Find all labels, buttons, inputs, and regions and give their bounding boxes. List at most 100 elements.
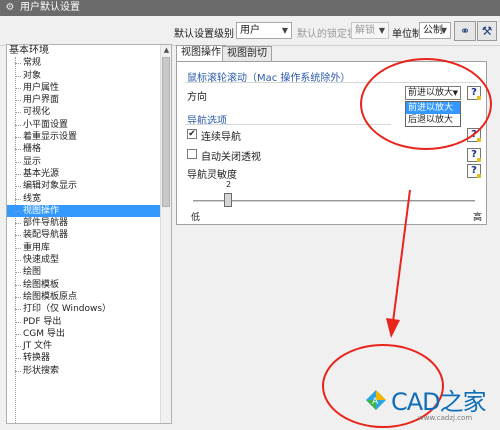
help-icon[interactable]: ? (467, 164, 481, 178)
direction-options-list[interactable]: 前进以放大 后退以放大 (405, 101, 461, 127)
tree-item[interactable]: 视图操作 (7, 204, 171, 218)
tree-item[interactable]: 常规 (7, 57, 171, 69)
tree-connector (15, 87, 21, 89)
tree-item[interactable]: JT 文件 (7, 340, 171, 352)
find-default-button[interactable]: ⚭ (454, 21, 476, 41)
tree-connector (15, 260, 21, 262)
tree-connector (15, 112, 21, 114)
tree-item-label: 常规 (23, 58, 42, 69)
tree-connector (15, 75, 21, 77)
chevron-down-icon: ▼ (378, 26, 385, 35)
tree-item[interactable]: 基本光源 (7, 168, 171, 180)
direction-dropdown[interactable]: 前进以放大 ▼ (405, 86, 461, 100)
unit-label: 单位制 (392, 29, 422, 40)
option-backward-zoom[interactable]: 后退以放大 (406, 114, 460, 126)
sensitivity-slider-track[interactable] (193, 200, 475, 202)
tree-item-label: 部件导航器 (23, 218, 69, 229)
tree-item-label: 栅格 (23, 144, 42, 155)
auto-close-checkbox[interactable] (187, 149, 197, 159)
help-icon[interactable]: ? (467, 128, 481, 142)
tree-item[interactable]: 快速成型 (7, 254, 171, 266)
tree-item[interactable]: 装配导航器 (7, 229, 171, 241)
tree-item-label: 小平面设置 (23, 119, 69, 130)
tree-item-label: 绘图模板 (23, 279, 60, 290)
tree-item-label: 用户界面 (23, 95, 60, 106)
help-icon[interactable]: ? (467, 148, 481, 162)
tree-item[interactable]: 栅格 (7, 143, 171, 155)
level-select[interactable]: 用户 ▼ (236, 22, 292, 39)
tree-item-label: 形状搜索 (23, 365, 60, 376)
lock-select[interactable]: 解锁 ▼ (351, 22, 389, 39)
category-tree[interactable]: 基本环境 常规 对象 用户属性 用户界面 可视化 小平面设置 着重显示设置 栅格 显示 基本光源编… (6, 44, 172, 424)
tree-connector (15, 235, 21, 237)
tree-item[interactable]: 部件导航器 (7, 217, 171, 229)
tree-connector (15, 198, 21, 200)
tree-item-label: 基本光源 (23, 168, 60, 179)
tree-item-label: CGM 导出 (23, 328, 65, 339)
tree-item-label: PDF 导出 (23, 316, 62, 327)
tab-view-operation[interactable]: 视图操作 (176, 45, 226, 62)
chevron-down-icon: ▼ (440, 26, 447, 35)
option-forward-zoom[interactable]: 前进以放大 (406, 102, 460, 114)
watermark-url: www.cadzj.com (418, 414, 473, 422)
toolbar: 默认设置级别 用户 ▼ 默认的锁定状态 解锁 ▼ 单位制 公制 ▼ ⚭ ⚒ (0, 16, 500, 46)
tree-item[interactable]: 编辑对象显示 (7, 180, 171, 192)
tree-item[interactable]: 绘图模板 (7, 279, 171, 291)
scroll-thumb[interactable] (162, 57, 170, 207)
scroll-up-icon[interactable]: ▲ (161, 45, 171, 56)
manage-button[interactable]: ⚒ (477, 21, 497, 41)
cad-logo-icon: A (366, 390, 386, 410)
auto-close-label: 自动关闭透视 (201, 152, 261, 163)
tree-item[interactable]: PDF 导出 (7, 316, 171, 328)
tree-connector (15, 309, 21, 311)
tree-item[interactable]: 着重显示设置 (7, 131, 171, 143)
continuous-nav-label: 连续导航 (201, 132, 241, 143)
window-titlebar: ⚙ 用户默认设置 (0, 0, 500, 16)
wrench-icon: ⚒ (481, 24, 493, 38)
tree-item[interactable]: 形状搜索 (7, 365, 171, 377)
slider-low-label: 低 (191, 213, 201, 223)
tree-connector (15, 321, 21, 323)
tree-item-label: 线宽 (23, 193, 42, 204)
watermark: A CAD之家 www.cadzj.com (365, 381, 500, 430)
divider (185, 124, 391, 125)
divider (185, 82, 478, 83)
tree-scrollbar[interactable]: ▲ (160, 45, 171, 423)
help-icon[interactable]: ? (467, 86, 481, 100)
continuous-nav-checkbox[interactable]: ✔ (187, 129, 197, 139)
tree-connector (15, 173, 21, 175)
tree-item-label: 重用库 (23, 242, 51, 253)
sensitivity-label: 导航灵敏度 (187, 170, 237, 181)
svg-text:A: A (372, 397, 379, 407)
tree-connector (15, 358, 21, 360)
tree-item[interactable]: 打印（仅 Windows） (7, 303, 171, 315)
tree-item[interactable]: 对象 (7, 70, 171, 82)
tab-view-section[interactable]: 视图剖切 (222, 46, 272, 62)
tree-item[interactable]: 显示 (7, 156, 171, 168)
tree-item-label: 编辑对象显示 (23, 181, 78, 192)
settings-panel: 鼠标滚轮滚动（Mac 操作系统除外） 方向 前进以放大 ▼ ? 前进以放大 后退以… (176, 61, 487, 225)
tree-item[interactable]: 重用库 (7, 242, 171, 254)
tree-item[interactable]: 线宽 (7, 193, 171, 205)
tree-connector (15, 272, 21, 274)
tree-item[interactable]: 转换器 (7, 352, 171, 364)
binoculars-icon: ⚭ (459, 24, 471, 38)
tree-item[interactable]: 绘图模板原点 (7, 291, 171, 303)
tree-item[interactable]: 用户界面 (7, 94, 171, 106)
tree-item[interactable]: 用户属性 (7, 82, 171, 94)
tree-item-label: 打印（仅 Windows） (23, 304, 112, 315)
tree-root[interactable]: 基本环境 (7, 45, 171, 57)
window-title: 用户默认设置 (20, 2, 80, 13)
tree-connector (15, 186, 21, 188)
tree-item-label: 快速成型 (23, 255, 60, 266)
tree-connector (15, 149, 21, 151)
tree-item[interactable]: 可视化 (7, 106, 171, 118)
tree-item-label: 对象 (23, 70, 42, 81)
tree-connector (15, 284, 21, 286)
tree-item[interactable]: 小平面设置 (7, 119, 171, 131)
tree-item[interactable]: 绘图 (7, 266, 171, 278)
unit-select[interactable]: 公制 ▼ (419, 22, 451, 39)
tree-item-label: JT 文件 (23, 341, 53, 352)
tree-item[interactable]: CGM 导出 (7, 328, 171, 340)
sensitivity-slider-thumb[interactable] (224, 193, 232, 207)
